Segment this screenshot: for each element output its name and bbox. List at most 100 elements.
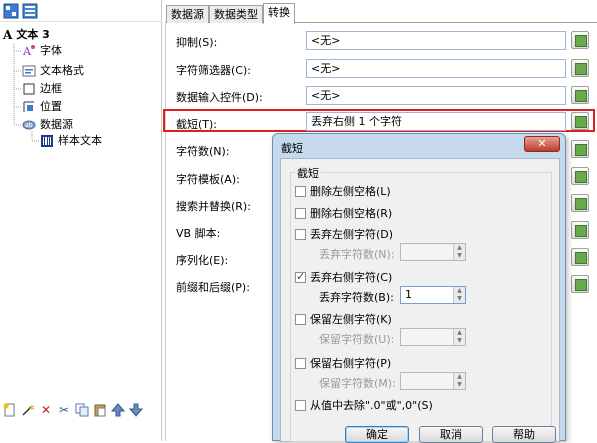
tree-item-label: 字体 [40, 44, 62, 57]
svg-text:A: A [22, 45, 32, 58]
svg-text:ab: ab [25, 122, 33, 129]
data-source-icon: ab [22, 118, 36, 132]
tab-data-source[interactable]: 数据源 [166, 5, 209, 23]
bottom-toolbar: ✲ ✕ ✂ [2, 402, 144, 420]
copy-icon[interactable] [74, 402, 90, 418]
option-label: 从值中去除".0"或",0"(S) [310, 399, 433, 412]
group-title: 截短 [295, 165, 321, 181]
checkbox[interactable] [295, 357, 306, 369]
prop-label-char-count: 字符数(N): [176, 145, 230, 158]
option-remove-decimal-zero[interactable]: 从值中去除".0"或",0"(S) [295, 397, 433, 413]
cut-icon[interactable]: ✂ [56, 402, 72, 418]
option-label: 丢弃右侧字符(C) [310, 271, 393, 284]
keep-right-count-label: 保留字符数(M): [319, 377, 396, 390]
tree-item-position[interactable]: 位置 [22, 99, 62, 115]
option-remove-right-spaces[interactable]: 删除右侧空格(R) [295, 205, 392, 221]
paste-icon[interactable] [92, 402, 108, 418]
tree-item-label: 边框 [40, 82, 62, 95]
prop-field-data-entry[interactable]: <无> [306, 86, 566, 105]
drop-right-count-label: 丢弃字符数(B): [319, 291, 394, 304]
prop-edit-button-char-template[interactable] [571, 167, 589, 185]
prop-edit-button-char-filter[interactable] [571, 59, 589, 77]
prop-edit-button-suppress[interactable] [571, 31, 589, 49]
tree-item-label: 样本文本 [58, 134, 102, 147]
prop-field-char-filter[interactable]: <无> [306, 59, 566, 78]
keep-right-count-input[interactable]: ▲ ▼ [400, 372, 466, 390]
prop-label-search-replace: 搜索并替换(R): [176, 200, 251, 213]
tree-item-label: 文本格式 [40, 64, 84, 77]
tree-item-font[interactable]: A 字体 [22, 43, 62, 59]
prop-edit-button-prefix-suffix[interactable] [571, 275, 589, 293]
close-icon: ✕ [537, 137, 547, 150]
keep-left-count-label: 保留字符数(U): [319, 333, 395, 346]
cancel-button[interactable]: 取消 [419, 426, 483, 443]
drop-left-count-input[interactable]: ▲ ▼ [400, 243, 466, 261]
tree-item-label: 数据源 [40, 118, 73, 131]
border-icon [22, 82, 36, 96]
option-label: 保留右侧字符(P) [310, 357, 392, 370]
help-button[interactable]: 帮助 [492, 426, 556, 443]
option-keep-left-chars[interactable]: 保留左侧字符(K) [295, 311, 392, 327]
tree-root-label: 文本 3 [16, 28, 50, 41]
text-format-icon [22, 64, 36, 78]
prop-label-char-template: 字符模板(A): [176, 173, 240, 186]
checkbox[interactable] [295, 185, 306, 197]
spinner[interactable]: ▲ ▼ [453, 287, 465, 303]
drop-right-count-input[interactable]: 1 ▲ ▼ [400, 286, 466, 304]
tab-data-type[interactable]: 数据类型 [209, 5, 263, 23]
ok-button[interactable]: 确定 [345, 426, 409, 443]
spinner[interactable]: ▲ ▼ [453, 244, 465, 260]
option-label: 保留左侧字符(K) [310, 313, 392, 326]
prop-edit-button-search-replace[interactable] [571, 194, 589, 212]
option-label: 删除右侧空格(R) [310, 207, 393, 220]
keep-left-count-input[interactable]: ▲ ▼ [400, 328, 466, 346]
option-drop-left-chars[interactable]: 丢弃左侧字符(D) [295, 226, 393, 242]
option-keep-right-chars[interactable]: 保留右侧字符(P) [295, 355, 391, 371]
tree-item-text-format[interactable]: 文本格式 [22, 63, 84, 79]
text-object-icon: A [3, 28, 13, 42]
prop-field-suppress[interactable]: <无> [306, 31, 566, 50]
option-label: 删除左侧空格(L) [310, 185, 391, 198]
prop-edit-button-truncate[interactable] [571, 112, 589, 130]
drop-left-count-label: 丢弃字符数(N): [319, 248, 395, 261]
checkbox[interactable] [295, 399, 306, 411]
prop-label-serialize: 序列化(E): [176, 254, 229, 267]
prop-edit-button-vb-script[interactable] [571, 221, 589, 239]
tab-transform[interactable]: 转换 [263, 3, 295, 24]
font-icon: A [22, 44, 36, 58]
tree-root[interactable]: A 文本 3 [3, 27, 50, 43]
checkbox[interactable] [295, 270, 306, 283]
move-down-icon[interactable] [128, 402, 144, 418]
checkbox[interactable] [295, 313, 306, 325]
prop-field-truncate[interactable]: 丢弃右侧 1 个字符 [306, 112, 566, 131]
spinner[interactable]: ▲ ▼ [453, 373, 465, 389]
dialog-title: 截短 [281, 142, 303, 155]
checkbox[interactable] [295, 207, 306, 219]
prop-label-data-entry: 数据输入控件(D): [176, 91, 263, 104]
tree-item-data-source[interactable]: ab 数据源 [22, 117, 73, 133]
new-icon[interactable] [2, 402, 18, 418]
dialog-body: 截短 删除左侧空格(L) 删除右侧空格(R) 丢弃左侧字符(D) 丢弃字符数(N… [280, 158, 560, 442]
prop-label-char-filter: 字符筛选器(C): [176, 64, 251, 77]
spinner[interactable]: ▲ ▼ [453, 329, 465, 345]
tab-strip: 数据源 数据类型 转换 [166, 3, 295, 24]
prop-label-truncate: 截短(T): [176, 118, 218, 131]
truncate-dialog: 截短 ✕ 截短 删除左侧空格(L) 删除右侧空格(R) 丢弃左侧字符(D) 丢弃… [272, 133, 566, 443]
prop-label-prefix-suffix: 前缀和后缀(P): [176, 281, 250, 294]
magic-wand-icon[interactable]: ✲ [20, 402, 36, 418]
option-remove-left-spaces[interactable]: 删除左侧空格(L) [295, 183, 391, 199]
delete-icon[interactable]: ✕ [38, 402, 54, 418]
prop-edit-button-data-entry[interactable] [571, 86, 589, 104]
svg-text:✲: ✲ [29, 404, 35, 412]
checkbox[interactable] [295, 228, 306, 240]
prop-edit-button-serialize[interactable] [571, 248, 589, 266]
move-up-icon[interactable] [110, 402, 126, 418]
tree-item-border[interactable]: 边框 [22, 81, 62, 97]
count-value: 1 [405, 288, 412, 301]
close-button[interactable]: ✕ [524, 136, 560, 152]
option-drop-right-chars[interactable]: 丢弃右侧字符(C) [295, 269, 392, 285]
option-label: 丢弃左侧字符(D) [310, 228, 394, 241]
tree-item-sample-text[interactable]: 样本文本 [40, 133, 102, 149]
prop-edit-button-char-count[interactable] [571, 140, 589, 158]
prop-label-suppress: 抑制(S): [176, 36, 218, 49]
